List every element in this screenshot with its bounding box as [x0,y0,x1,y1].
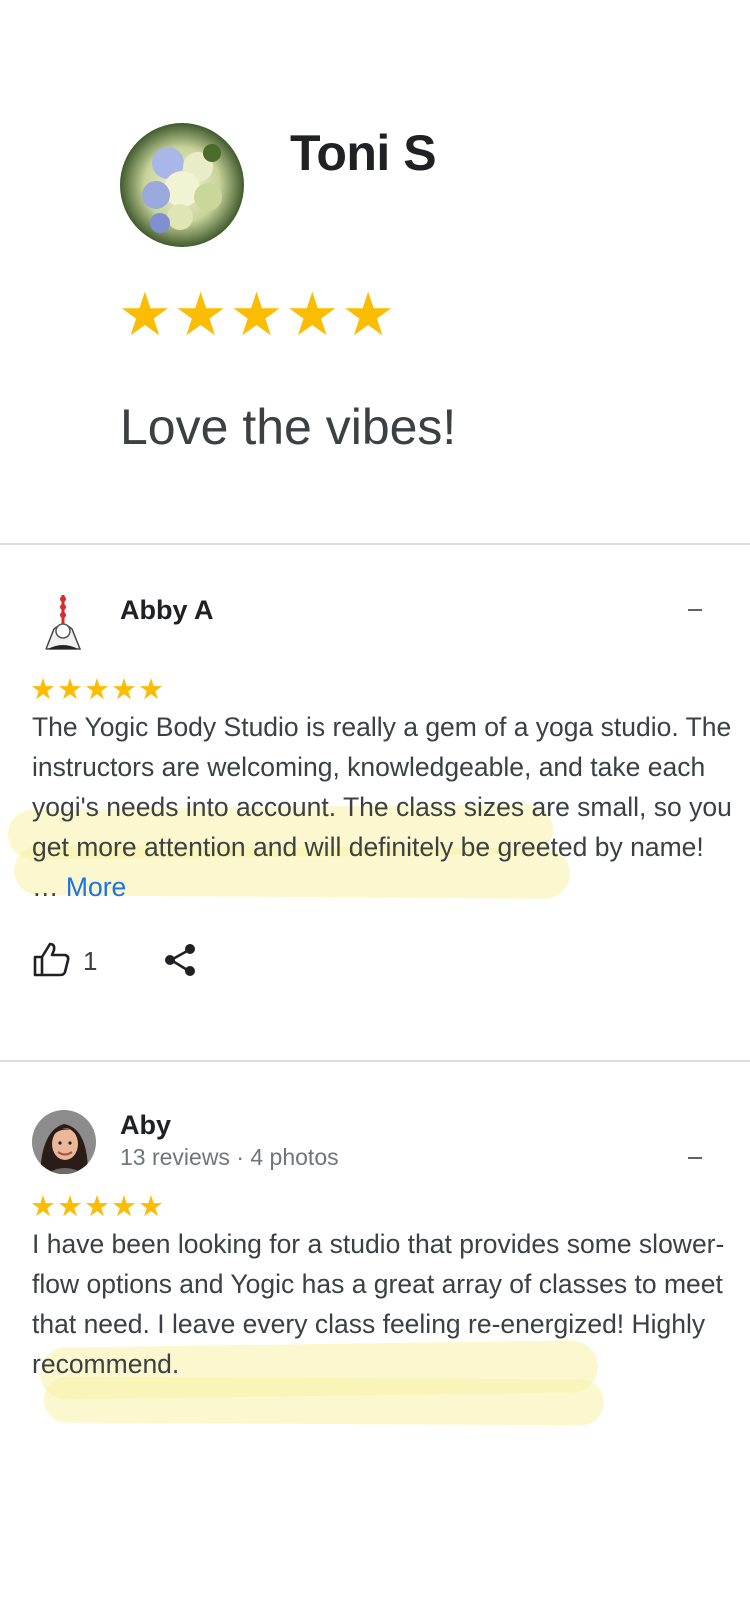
star-icon: ★ [118,281,172,348]
thumbs-up-icon [33,941,71,982]
overflow-menu-icon[interactable] [688,609,702,611]
star-icon: ★ [57,674,83,706]
overflow-menu-icon[interactable] [688,1157,702,1159]
review-card: Aby 13 reviews · 4 photos ★ ★ ★ ★ ★ I ha… [0,1062,750,1562]
reviewer-avatar[interactable] [32,591,96,655]
star-icon: ★ [138,1191,164,1223]
hero-reviewer-name: Toni S [290,125,437,181]
star-icon: ★ [84,674,110,706]
star-icon: ★ [30,1191,56,1223]
like-count: 1 [83,946,98,976]
star-icon: ★ [229,281,284,348]
star-icon: ★ [84,1191,110,1223]
hero-star-rating: ★ ★ ★ ★ ★ [118,285,395,345]
review-hero: Toni S ★ ★ ★ ★ ★ Love the vibes! [0,0,750,545]
reviewer-avatar[interactable] [32,1110,96,1174]
hero-review-title: Love the vibes! [120,399,457,455]
star-icon: ★ [138,674,164,706]
hero-avatar-hydrangea [120,123,244,247]
review-star-rating: ★ ★ ★ ★ ★ [30,1192,164,1222]
reviewer-name[interactable]: Aby [120,1110,171,1141]
share-button[interactable] [163,943,197,982]
review-body: The Yogic Body Studio is really a gem of… [32,712,732,902]
star-icon: ★ [173,281,228,348]
reviewer-stats[interactable]: 13 reviews · 4 photos [120,1144,339,1171]
more-link[interactable]: More [66,872,126,902]
star-icon: ★ [30,674,56,706]
review-star-rating: ★ ★ ★ ★ ★ [30,675,164,705]
reviewer-name[interactable]: Abby A [120,595,214,626]
review-card: Abby A ★ ★ ★ ★ ★ The Yogic Body Studio i… [0,545,750,1060]
like-button[interactable]: 1 [33,941,97,982]
star-icon: ★ [57,1191,83,1223]
share-icon [163,943,197,982]
star-icon: ★ [285,281,340,348]
review-text: The Yogic Body Studio is really a gem of… [32,707,732,907]
review-text: I have been looking for a studio that pr… [32,1229,725,1379]
star-icon: ★ [111,1191,137,1223]
star-icon: ★ [111,674,137,706]
star-icon: ★ [341,281,395,348]
